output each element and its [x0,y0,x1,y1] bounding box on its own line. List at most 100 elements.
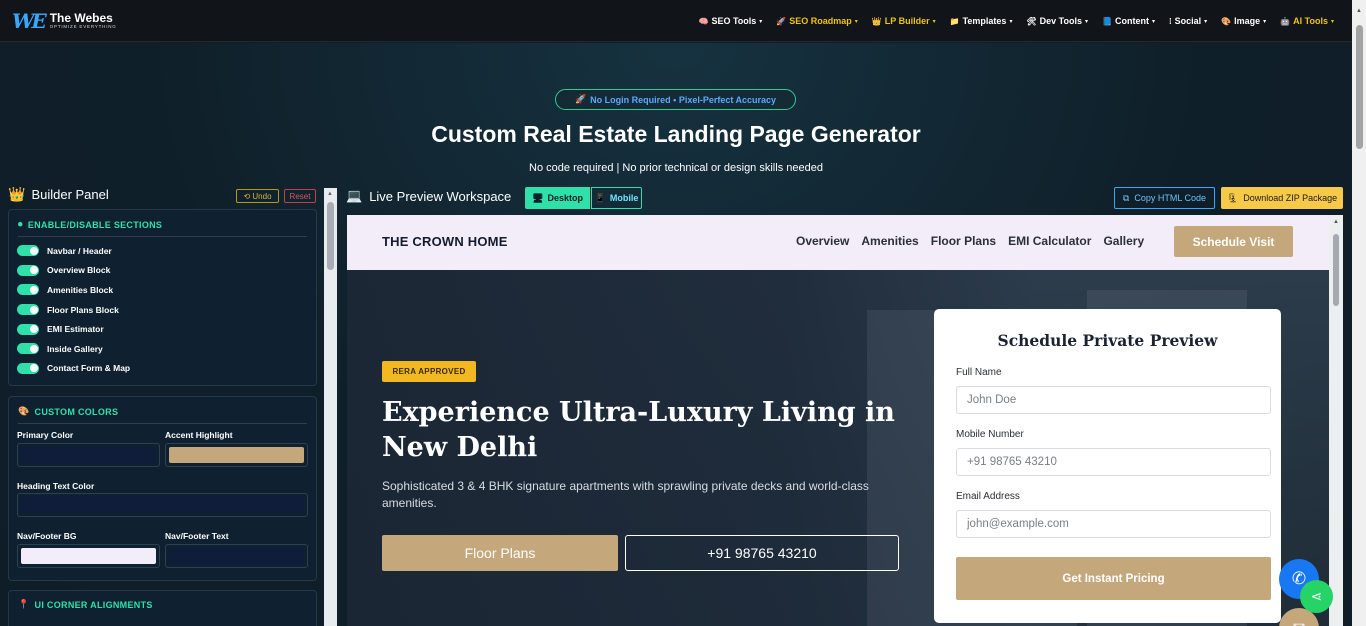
navbg-color-swatch [21,548,156,564]
nav-item-social[interactable]: ⁞ Social ▾ [1169,16,1207,26]
mobile-number-input[interactable]: +91 98765 43210 [956,448,1271,476]
page-scrollbar[interactable]: ▲ [1352,0,1366,626]
undo-button[interactable]: ⟲ Undo [236,189,279,203]
mobile-icon: 📱 [594,192,606,203]
preview-nav-link[interactable]: Overview [796,234,849,248]
preview-brand[interactable]: THE CROWN HOME [382,234,508,249]
section-toggle-row[interactable]: Amenities Block [9,280,316,300]
builder-panel-scrollbar[interactable]: ▲ [324,188,337,626]
brand-logo[interactable]: WE The Webes OPTIMIZE EVERYTHING [12,9,117,33]
nav-item-image[interactable]: 🎨 Image ▾ [1221,16,1266,26]
preview-heading: Experience Ultra-Luxury Living in New De… [382,397,895,463]
copy-html-button[interactable]: ⧉ Copy HTML Code [1114,187,1215,209]
accent-color-picker[interactable] [165,443,308,467]
nav-item-ai-tools[interactable]: 🤖 AI Tools ▾ [1280,16,1334,26]
section-toggle-row[interactable]: EMI Estimator [9,319,316,339]
form-title: Schedule Private Preview [997,331,1218,350]
section-toggle-label: Contact Form & Map [47,363,131,374]
preview-description: Sophisticated 3 & 4 BHK signature apartm… [382,479,869,510]
share-fab[interactable]: ⋖ [1300,580,1333,613]
preview-nav-link[interactable]: EMI Calculator [1008,234,1091,248]
section-toggle-row[interactable]: Navbar / Header [9,241,316,261]
primary-color-picker[interactable] [17,443,160,467]
caret-down-icon: ▾ [854,18,858,25]
feature-pill-text: No Login Required • Pixel-Perfect Accura… [590,94,777,105]
top-navbar: WE The Webes OPTIMIZE EVERYTHING 🧠 SEO To… [0,0,1352,42]
caret-down-icon: ▾ [1330,18,1334,25]
preview-nav-link[interactable]: Amenities [861,234,918,248]
schedule-visit-button[interactable]: Schedule Visit [1174,226,1293,257]
section-toggle-row[interactable]: Overview Block [9,261,316,281]
toggle-switch[interactable] [17,245,39,257]
scrollbar-thumb[interactable] [327,202,334,270]
navtext-color-picker[interactable] [165,544,308,568]
full-name-input[interactable]: John Doe [956,386,1271,414]
full-name-label: Full Name [956,367,1002,378]
caret-down-icon: ▾ [1009,18,1013,25]
nav-item-content[interactable]: 📘 Content ▾ [1102,16,1155,26]
navtext-color-swatch [169,548,304,564]
heading-color-picker[interactable] [17,493,308,517]
toggle-switch[interactable] [17,284,39,296]
sections-card-header: ⏺ ENABLE/DISABLE SECTIONS [9,210,316,230]
toggle-switch[interactable] [17,264,39,276]
navbg-color-picker[interactable] [17,544,160,568]
get-pricing-button[interactable]: Get Instant Pricing [956,557,1271,600]
nav-item-templates[interactable]: 📁 Templates ▾ [950,16,1013,26]
preview-navbar: THE CROWN HOME Overview Amenities Floor Pl… [347,215,1329,270]
heading-color-label: Heading Text Color [17,481,95,491]
sections-card-title: ENABLE/DISABLE SECTIONS [27,219,163,230]
scroll-up-icon[interactable]: ▲ [1356,8,1362,14]
undo-label: Undo [252,191,272,201]
toggle-switch[interactable] [17,362,39,374]
reset-button[interactable]: Reset [284,189,316,203]
section-toggle-label: Amenities Block [47,284,114,295]
builder-panel-title-text: Builder Panel [31,187,109,202]
preview-scrollbar[interactable]: ▲ [1329,215,1343,626]
caret-down-icon: ▾ [932,18,936,25]
scroll-up-icon[interactable]: ▲ [1333,219,1339,225]
desktop-view-label: Desktop [547,193,583,203]
nav-item-dev-tools[interactable]: 🛠 Dev Tools ▾ [1026,16,1088,26]
section-toggle-label: Overview Block [47,265,111,276]
scrollbar-thumb[interactable] [1333,234,1339,306]
download-zip-label: Download ZIP Package [1243,193,1338,203]
scroll-up-icon[interactable]: ▲ [327,191,333,197]
nav-item-label: Image [1234,16,1261,26]
toggle-switch[interactable] [17,343,39,355]
rocket-icon: 🚀 [574,94,587,104]
nav-icon: 🚀 [776,16,787,26]
section-toggle-list: Navbar / Header Overview Block Amenities B… [9,237,316,378]
desktop-view-button[interactable]: 🖥 Desktop [525,187,590,209]
nav-item-seo-tools[interactable]: 🧠 SEO Tools ▾ [698,16,762,26]
primary-color-swatch [21,447,156,463]
floor-plans-button[interactable]: Floor Plans [382,535,618,571]
nav-icon: ⁞ [1168,16,1172,26]
email-input[interactable]: john@example.com [956,510,1271,538]
section-toggle-row[interactable]: Contact Form & Map [9,359,316,379]
nav-item-lp-builder[interactable]: 👑 LP Builder ▾ [872,16,936,26]
toggle-switch[interactable] [17,323,39,335]
share-icon: ⋖ [1310,588,1323,604]
download-zip-button[interactable]: 🗜 Download ZIP Package [1221,187,1343,209]
logo-mark-icon: WE [12,8,47,33]
mail-icon: ✉ [1293,619,1306,626]
nav-item-label: LP Builder [884,16,930,26]
mobile-view-label: Mobile [609,193,639,203]
nav-item-seo-roadmap[interactable]: 🚀 SEO Roadmap ▾ [776,16,858,26]
section-toggle-label: EMI Estimator [47,324,104,335]
call-phone-button[interactable]: +91 98765 43210 [625,535,899,571]
nav-item-label: Content [1114,16,1149,26]
schedule-preview-form: Schedule Private Preview Full Name John … [934,309,1281,623]
nav-item-label: Dev Tools [1039,16,1082,26]
section-toggle-row[interactable]: Floor Plans Block [9,300,316,320]
section-toggle-row[interactable]: Inside Gallery [9,339,316,359]
section-toggle-label: Inside Gallery [47,343,103,354]
preview-nav-link[interactable]: Gallery [1103,234,1144,248]
toggle-switch[interactable] [17,304,39,316]
preview-nav-link[interactable]: Floor Plans [931,234,996,248]
nav-item-label: AI Tools [1293,16,1328,26]
scrollbar-thumb[interactable] [1356,25,1363,149]
mobile-view-button[interactable]: 📱 Mobile [591,187,642,209]
mobile-number-label: Mobile Number [956,429,1024,440]
